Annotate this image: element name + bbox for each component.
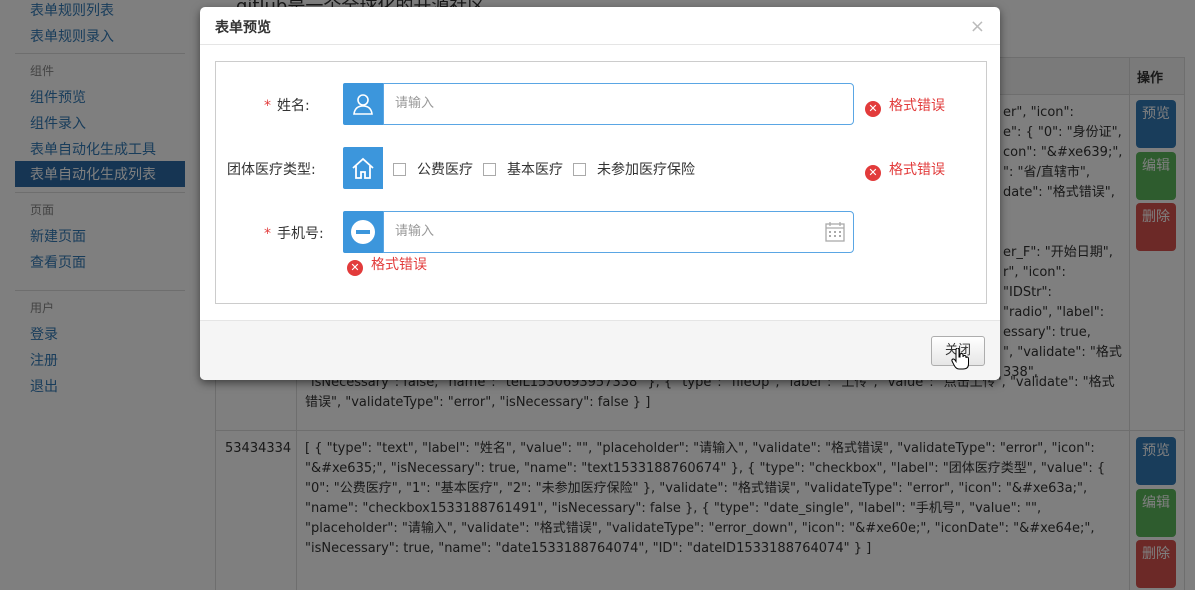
- checkbox-box[interactable]: [573, 163, 586, 176]
- modal-header: 表单预览 ×: [200, 7, 1000, 45]
- phone-error-text: 格式错误: [371, 257, 427, 273]
- checkbox-box[interactable]: [483, 163, 496, 176]
- medical-type-error: ✕ 格式错误: [865, 159, 945, 181]
- home-icon: [343, 147, 383, 189]
- required-mark: *: [264, 98, 271, 114]
- calendar-icon[interactable]: [825, 222, 845, 242]
- name-error: ✕ 格式错误: [865, 95, 945, 117]
- hand-cursor-icon: [951, 348, 969, 370]
- checkbox-public-medical[interactable]: 公费医疗: [393, 159, 473, 179]
- name-label-text: 姓名:: [277, 98, 310, 114]
- checkbox-label: 公费医疗: [417, 162, 473, 178]
- medical-type-error-text: 格式错误: [889, 162, 945, 178]
- form-container: * 姓名: 请输入 ✕ 格式错误 团体医疗类型: 公费医疗 基本医疗 未参加医疗…: [215, 61, 987, 304]
- modal-title: 表单预览: [215, 20, 271, 36]
- error-icon: ✕: [347, 260, 363, 276]
- checkbox-label: 基本医疗: [507, 162, 563, 178]
- medical-type-label: 团体医疗类型:: [227, 162, 316, 178]
- checkbox-label: 未参加医疗保险: [597, 162, 695, 178]
- checkbox-basic-medical[interactable]: 基本医疗: [483, 159, 563, 179]
- phone-label: * 手机号:: [264, 223, 324, 243]
- phone-input[interactable]: 请输入: [383, 211, 854, 253]
- required-mark: *: [264, 226, 271, 242]
- name-label: * 姓名:: [264, 95, 310, 115]
- form-preview-modal: 表单预览 × * 姓名: 请输入 ✕ 格式错误 团体医疗类型: 公费医疗 基本医…: [200, 7, 1000, 380]
- error-icon: ✕: [865, 101, 881, 117]
- checkbox-box[interactable]: [393, 163, 406, 176]
- minus-circle-icon: [343, 211, 383, 253]
- phone-error: ✕ 格式错误: [347, 254, 427, 276]
- close-icon[interactable]: ×: [970, 18, 985, 36]
- error-icon: ✕: [865, 165, 881, 181]
- modal-footer: 关闭: [200, 320, 1000, 380]
- checkbox-no-insurance[interactable]: 未参加医疗保险: [573, 159, 695, 179]
- phone-input-placeholder: 请输入: [395, 224, 435, 239]
- phone-label-text: 手机号:: [277, 226, 324, 242]
- name-error-text: 格式错误: [889, 98, 945, 114]
- name-input[interactable]: 请输入: [383, 83, 854, 125]
- user-icon: [343, 83, 383, 125]
- modal-body: * 姓名: 请输入 ✕ 格式错误 团体医疗类型: 公费医疗 基本医疗 未参加医疗…: [200, 46, 1000, 320]
